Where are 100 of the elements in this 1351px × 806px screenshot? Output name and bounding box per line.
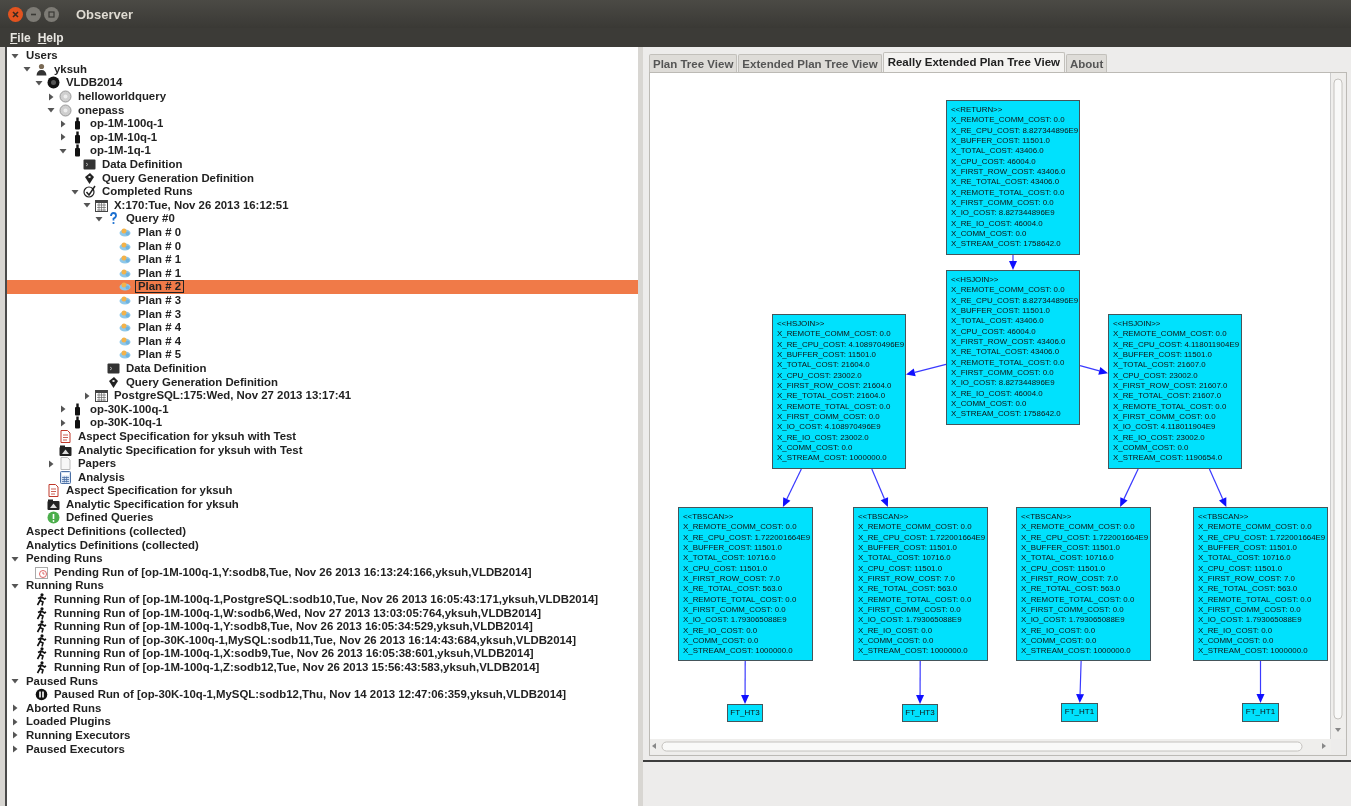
expand-toggle[interactable] bbox=[47, 106, 55, 115]
tree-item[interactable]: Plan # 3 bbox=[7, 293, 638, 308]
tree-item[interactable]: Aborted Runs bbox=[7, 701, 638, 716]
expand-toggle[interactable] bbox=[59, 418, 67, 427]
tree-item[interactable]: Running Run of [op-1M-100q-1,Y:sodb8,Tue, Nov 26 2013 16:05:34:529,yksuh,VLDB2014] bbox=[7, 619, 638, 634]
expand-toggle[interactable] bbox=[59, 133, 67, 142]
tree-item[interactable]: op-1M-1q-1 bbox=[7, 144, 638, 158]
tree-item[interactable]: Aspect Specification for yksuh with Test bbox=[7, 429, 638, 444]
expand-toggle[interactable] bbox=[23, 65, 31, 74]
tree-item[interactable]: Analysis bbox=[7, 470, 638, 484]
expand-toggle[interactable] bbox=[35, 79, 43, 87]
minimize-button[interactable] bbox=[26, 6, 41, 22]
tab[interactable]: About bbox=[1066, 54, 1108, 72]
expand-toggle[interactable] bbox=[11, 745, 19, 754]
tree-item[interactable]: Plan # 1 bbox=[7, 266, 638, 281]
tree-item[interactable]: Query Generation Definition bbox=[7, 171, 638, 185]
menu-item[interactable]: File bbox=[10, 30, 31, 45]
maximize-button[interactable] bbox=[44, 6, 59, 22]
tree-item[interactable]: Plan # 2 bbox=[7, 280, 638, 294]
tree-item[interactable]: Papers bbox=[7, 456, 638, 471]
expand-toggle[interactable] bbox=[11, 717, 19, 726]
tree-item[interactable]: Data Definition bbox=[7, 361, 638, 376]
tree-item[interactable]: helloworldquery bbox=[7, 89, 638, 104]
expand-toggle[interactable] bbox=[11, 731, 19, 740]
expand-toggle[interactable] bbox=[11, 581, 19, 590]
tree-item[interactable]: op-30K-10q-1 bbox=[7, 416, 638, 430]
runner-icon bbox=[35, 647, 48, 661]
tree-item[interactable]: X:170:Tue, Nov 26 2013 16:12:51 bbox=[7, 198, 638, 213]
tree-item[interactable]: op-1M-10q-1 bbox=[7, 130, 638, 145]
tree-item[interactable]: Running Run of [op-1M-100q-1,W:sodb6,Wed, Nov 27 2013 13:03:05:764,yksuh,VLDB2014] bbox=[7, 606, 638, 620]
expand-toggle[interactable] bbox=[47, 92, 55, 101]
tree-item[interactable]: VLDB2014 bbox=[7, 76, 638, 90]
runner-icon bbox=[35, 620, 48, 634]
tab[interactable]: Really Extended Plan Tree View bbox=[882, 52, 1065, 72]
tree-item[interactable]: Plan # 5 bbox=[7, 348, 638, 362]
tree-item[interactable]: Running Runs bbox=[7, 579, 638, 593]
expand-toggle[interactable] bbox=[11, 677, 19, 686]
expand-toggle[interactable] bbox=[59, 119, 67, 128]
tree-item[interactable]: Completed Runs bbox=[7, 184, 638, 199]
document-icon bbox=[59, 429, 72, 443]
tree-item[interactable]: Analytics Definitions (collected) bbox=[7, 538, 638, 552]
tree-item[interactable]: Running Run of [op-1M-100q-1,PostgreSQL:sodb10,Tue, Nov 26 2013 16:05:43:171,yksuh,VLDB2014] bbox=[7, 592, 638, 607]
expand-toggle[interactable] bbox=[83, 391, 91, 400]
tree-item[interactable]: yksuh bbox=[7, 62, 638, 77]
tab[interactable]: Plan Tree View bbox=[649, 54, 738, 72]
expand-toggle[interactable] bbox=[47, 459, 55, 468]
expand-toggle[interactable] bbox=[11, 554, 19, 563]
tree-item[interactable]: Analytic Specification for yksuh bbox=[7, 497, 638, 512]
table-node: FT_HT3 bbox=[727, 704, 763, 722]
expand-toggle[interactable] bbox=[59, 146, 67, 155]
tree-item[interactable]: Defined Queries bbox=[7, 511, 638, 525]
connector-arrow bbox=[741, 660, 750, 704]
tree-item[interactable]: Query Generation Definition bbox=[7, 375, 638, 389]
tree-item[interactable]: Paused Runs bbox=[7, 674, 638, 688]
tree-item[interactable]: Paused Run of [op-30K-10q-1,MySQL:sodb12,Thu, Nov 14 2013 12:47:06:359,yksuh,VLDB2014] bbox=[7, 687, 638, 702]
pen-icon bbox=[83, 171, 96, 185]
tree-item[interactable]: Plan # 3 bbox=[7, 307, 638, 321]
tree-item[interactable]: PostgreSQL:175:Wed, Nov 27 2013 13:17:41 bbox=[7, 388, 638, 403]
tree-item[interactable]: Plan # 4 bbox=[7, 320, 638, 335]
tree-item[interactable]: op-30K-100q-1 bbox=[7, 402, 638, 417]
menu-item[interactable]: Help bbox=[37, 30, 64, 45]
expand-toggle[interactable] bbox=[11, 51, 19, 60]
tree-item[interactable]: Plan # 0 bbox=[7, 239, 638, 253]
calendar-icon bbox=[95, 389, 108, 403]
window-title: Observer bbox=[76, 6, 134, 22]
tree-item[interactable]: Paused Executors bbox=[7, 742, 638, 756]
pen-icon bbox=[107, 375, 120, 389]
tree-item[interactable]: Pending Runs bbox=[7, 551, 638, 566]
tree-item[interactable]: Running Run of [op-1M-100q-1,X:sodb9,Tue, Nov 26 2013 16:05:38:601,yksuh,VLDB2014] bbox=[7, 647, 638, 661]
tree-item[interactable]: Loaded Plugins bbox=[7, 715, 638, 729]
expand-toggle[interactable] bbox=[95, 214, 103, 223]
expand-toggle[interactable] bbox=[11, 704, 19, 713]
tree-item[interactable]: onepass bbox=[7, 103, 638, 117]
table-node: FT_HT3 bbox=[902, 704, 938, 722]
tree-item[interactable]: Data Definition bbox=[7, 157, 638, 172]
tab[interactable]: Extended Plan Tree View bbox=[738, 54, 882, 72]
tree-item[interactable]: Running Executors bbox=[7, 728, 638, 743]
connector-arrow bbox=[1079, 365, 1108, 375]
tree-item[interactable]: op-1M-100q-1 bbox=[7, 116, 638, 131]
tree-item[interactable]: Aspect Definitions (collected) bbox=[7, 524, 638, 539]
expand-toggle[interactable] bbox=[83, 201, 91, 210]
tree-item[interactable]: Query #0 bbox=[7, 212, 638, 226]
runner-icon bbox=[35, 633, 48, 647]
tree-item[interactable]: Pending Run of [op-1M-100q-1,Y:sodb8,Tue, Nov 26 2013 16:13:24:166,yksuh,VLDB2014] bbox=[7, 565, 638, 580]
tree-item[interactable]: Analytic Specification for yksuh with Test bbox=[7, 443, 638, 457]
close-button[interactable] bbox=[8, 6, 23, 22]
person-icon bbox=[35, 62, 48, 76]
tree-item[interactable]: Aspect Specification for yksuh bbox=[7, 484, 638, 498]
expand-toggle[interactable] bbox=[59, 405, 67, 414]
tree-item[interactable]: Running Run of [op-30K-100q-1,MySQL:sodb11,Tue, Nov 26 2013 16:14:43:684,yksuh,VLDB2014] bbox=[7, 633, 638, 648]
document-icon bbox=[47, 484, 60, 498]
tree-item[interactable]: Plan # 1 bbox=[7, 252, 638, 267]
connector-arrow bbox=[1120, 468, 1139, 507]
tree-item[interactable]: Plan # 0 bbox=[7, 225, 638, 240]
table-node: FT_HT1 bbox=[1061, 703, 1098, 722]
tree-item[interactable]: Plan # 4 bbox=[7, 334, 638, 349]
expand-toggle[interactable] bbox=[71, 187, 79, 196]
tree-item[interactable]: Running Run of [op-1M-100q-1,Z:sodb12,Tue, Nov 26 2013 15:56:43:583,yksuh,VLDB2014] bbox=[7, 660, 638, 675]
tree-item[interactable]: Users bbox=[7, 49, 638, 63]
terminal-icon bbox=[83, 158, 96, 172]
